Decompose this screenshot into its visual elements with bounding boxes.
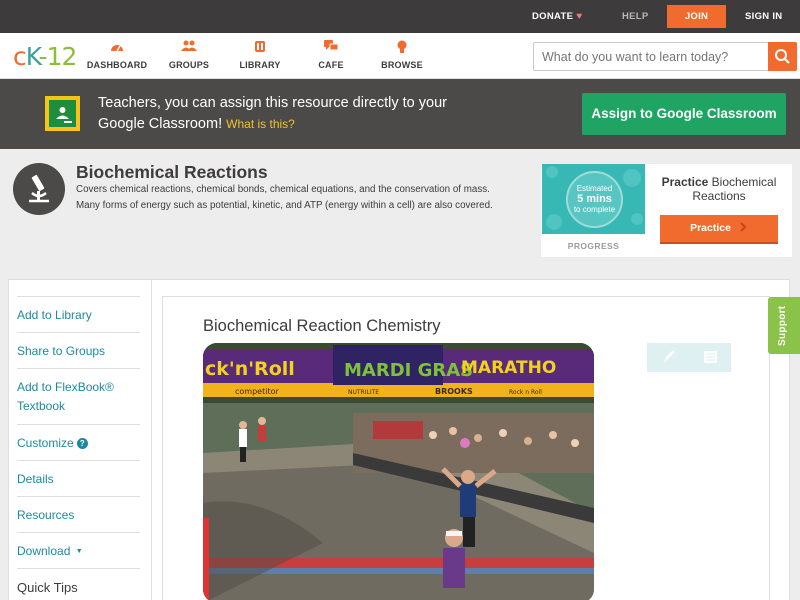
sidebar-item-resources[interactable]: Resources [17,496,140,525]
practice-thumbnail: Estimated 5 mins to complete [542,164,645,234]
customize-label: Customize [17,436,74,450]
search-input[interactable] [534,43,770,70]
nav-cafe-label: CAFE [318,60,344,70]
practice-card: Estimated 5 mins to complete PROGRESS Pr… [541,164,792,257]
join-button[interactable]: JOIN [667,5,726,28]
banner-text-right: MARATHO [461,358,556,378]
classroom-message: Teachers, you can assign this resource d… [98,93,458,135]
concept-header: Biochemical Reactions Covers chemical re… [0,149,800,269]
sign-in-link[interactable]: SIGN IN [745,0,782,33]
notes-button[interactable] [689,343,731,372]
microscope-icon [13,163,65,215]
sidebar-item-share-to-groups[interactable]: Share to Groups [17,332,140,361]
nav-dashboard-label: DASHBOARD [86,60,148,70]
assign-to-google-classroom-button[interactable]: Assign to Google Classroom [582,93,786,135]
nav-dashboard[interactable]: DASHBOARD [82,40,152,70]
search-icon [775,49,790,64]
banner-text-main: MARDI GRAS [344,360,473,381]
sponsor-text-2: NUTRILITE [348,389,379,396]
search-button[interactable] [768,42,797,71]
annotate-button[interactable] [647,343,689,372]
nav-cafe[interactable]: CAFE [296,40,366,70]
google-classroom-icon [45,96,80,131]
practice-button[interactable]: Practice [660,215,778,244]
sponsor-text-4: Rock n Roll [509,389,542,396]
chevron-right-icon [740,222,747,232]
support-tab[interactable]: Support [768,297,800,354]
estimate-badge: Estimated 5 mins to complete [566,171,623,228]
sidebar-item-download[interactable]: Download ▼ [17,532,140,561]
donate-link[interactable]: DONATE ♥ [532,0,582,33]
sidebar-item-details[interactable]: Details [17,460,140,489]
sponsor-text-1: competitor [235,387,279,396]
practice-title: Practice Biochemical Reactions [661,175,777,203]
sponsor-text-3: BROOKS [435,387,473,396]
what-is-this-link[interactable]: What is this? [226,117,295,131]
people-icon [154,40,224,56]
nav-groups[interactable]: GROUPS [154,40,224,70]
heart-icon: ♥ [576,11,583,22]
chat-bubbles-icon [296,40,366,56]
ck12-logo[interactable]: cK-12 [13,42,77,71]
main-navigation: cK-12 DASHBOARD GROUPS LIBRARY CAFE BROW… [0,33,800,79]
books-icon [225,40,295,56]
sidebar: Add to Library Share to Groups Add to Fl… [9,280,152,600]
nav-browse-label: BROWSE [381,60,423,70]
help-icon[interactable]: ? [76,438,88,449]
nav-groups-label: GROUPS [168,60,210,70]
concept-title: Biochemical Reactions [76,162,268,182]
search-box [533,42,797,71]
nav-library[interactable]: LIBRARY [225,40,295,70]
article-title: Biochemical Reaction Chemistry [203,317,441,335]
lightbulb-icon [367,40,437,56]
notes-icon [704,351,717,363]
sidebar-item-quick-tips[interactable]: Quick Tips [17,568,140,597]
progress-label: PROGRESS [567,241,620,251]
top-utility-bar: DONATE ♥ HELP JOIN SIGN IN [0,0,800,33]
help-link[interactable]: HELP [622,0,649,33]
content-area: Add to Library Share to Groups Add to Fl… [8,279,790,600]
concept-description: Covers chemical reactions, chemical bond… [76,184,493,211]
support-label: Support [777,305,788,346]
nav-browse[interactable]: BROWSE [367,40,437,70]
pencil-icon [664,350,675,363]
download-label: Download [17,544,71,558]
article-tools [647,343,731,372]
article: Biochemical Reaction Chemistry ck'n'Roll… [162,296,770,600]
google-classroom-banner: Teachers, you can assign this resource d… [0,79,800,149]
sidebar-item-customize[interactable]: Customize? [17,424,140,453]
marathon-photo: ck'n'Roll MARDI GRAS MARATHO competitor … [203,343,594,600]
gauge-icon [82,40,152,56]
caret-down-icon: ▼ [75,548,83,555]
sidebar-item-add-to-library[interactable]: Add to Library [17,296,140,325]
donate-label: DONATE [532,11,574,22]
nav-library-label: LIBRARY [239,60,281,70]
banner-text-left: ck'n'Roll [205,358,295,380]
sidebar-item-add-to-flexbook[interactable]: Add to FlexBook® Textbook [17,368,140,416]
